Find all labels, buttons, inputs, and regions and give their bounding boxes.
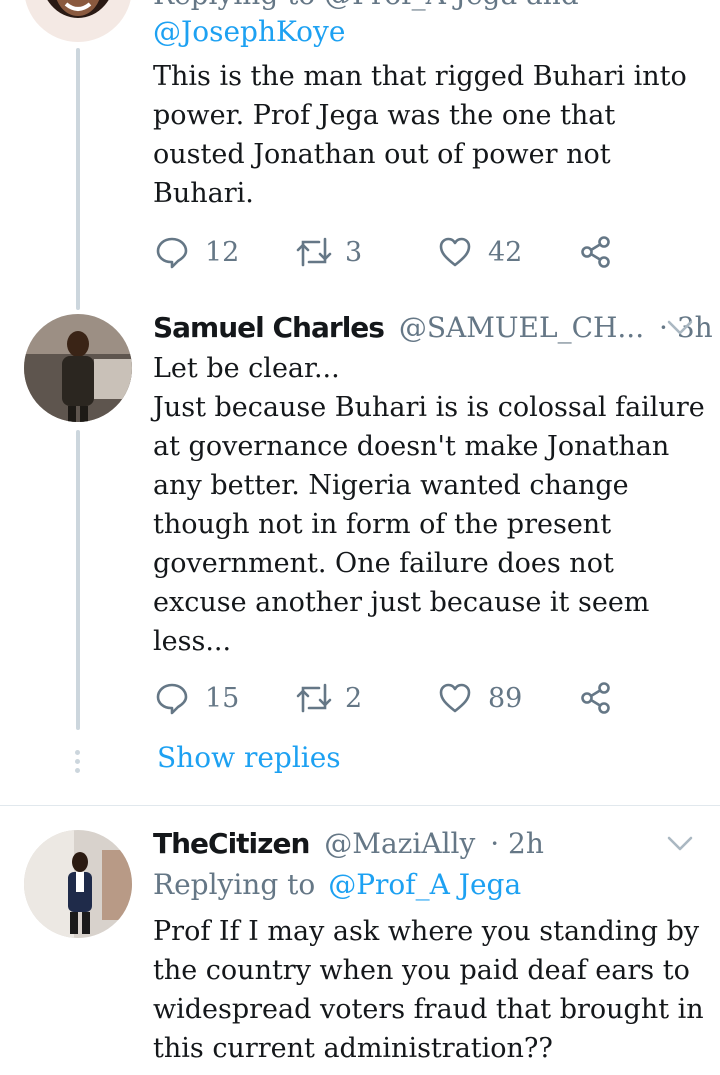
thread-continuation-dots <box>75 750 81 777</box>
heart-icon <box>439 683 471 713</box>
replying-to-line: Replying to @Prof_A Jega <box>153 866 521 904</box>
mentioned-handle[interactable]: @Prof_A Jega <box>328 868 521 901</box>
avatar[interactable] <box>24 830 132 938</box>
display-name[interactable]: Samuel Charles <box>153 311 385 344</box>
chevron-down-icon[interactable] <box>665 318 695 338</box>
tweet-text: This is the man that rigged Buhari into … <box>153 61 687 209</box>
like-count: 89 <box>488 682 523 714</box>
mentioned-handle[interactable]: @JosephKoye <box>153 13 345 51</box>
retweet-icon <box>296 683 332 713</box>
heart-icon <box>439 237 471 267</box>
reply-icon <box>156 683 188 715</box>
tweet-actions: 12 3 42 <box>155 232 635 272</box>
reply-button[interactable]: 12 <box>155 232 239 272</box>
reply-count: 15 <box>205 682 240 714</box>
reply-button[interactable]: 15 <box>155 678 239 718</box>
retweet-button[interactable]: 2 <box>295 678 362 718</box>
reply-icon <box>156 237 188 269</box>
retweet-count: 3 <box>345 236 363 268</box>
show-replies-link[interactable]: Show replies <box>157 741 341 774</box>
thread-line <box>76 430 80 730</box>
divider <box>0 805 720 806</box>
username[interactable]: @SAMUEL_CH... <box>399 311 644 344</box>
username[interactable]: @MaziAlly <box>324 827 475 860</box>
like-button[interactable]: 89 <box>438 678 522 718</box>
thread-line <box>76 48 80 310</box>
chevron-down-icon[interactable] <box>665 834 695 854</box>
avatar[interactable] <box>24 314 132 422</box>
display-name[interactable]: TheCitizen <box>153 827 310 860</box>
reply-count: 12 <box>205 236 240 268</box>
share-icon <box>581 682 610 714</box>
retweet-count: 2 <box>345 682 363 714</box>
tweet-text: Let be clear... Just because Buhari is i… <box>153 353 705 657</box>
tweet-header: TheCitizen @MaziAlly · 2h <box>153 825 544 863</box>
replying-to-line[interactable]: Replying to @Prof_A Jega and <box>153 0 579 14</box>
share-icon <box>581 236 610 268</box>
share-button[interactable] <box>579 678 613 718</box>
timestamp[interactable]: · 2h <box>490 827 544 860</box>
tweet-actions: 15 2 89 <box>155 678 635 718</box>
like-button[interactable]: 42 <box>438 232 522 272</box>
like-count: 42 <box>488 236 523 268</box>
retweet-button[interactable]: 3 <box>295 232 362 272</box>
retweet-icon <box>296 237 332 267</box>
avatar[interactable] <box>24 0 132 42</box>
tweet-text: Prof If I may ask where you standing by … <box>153 916 704 1064</box>
replying-to-text[interactable]: Replying to @Prof_A Jega and <box>153 0 579 11</box>
replying-to-label: Replying to <box>153 868 316 901</box>
tweet-header: Samuel Charles @SAMUEL_CH... · 3h <box>153 309 713 347</box>
share-button[interactable] <box>579 232 613 272</box>
